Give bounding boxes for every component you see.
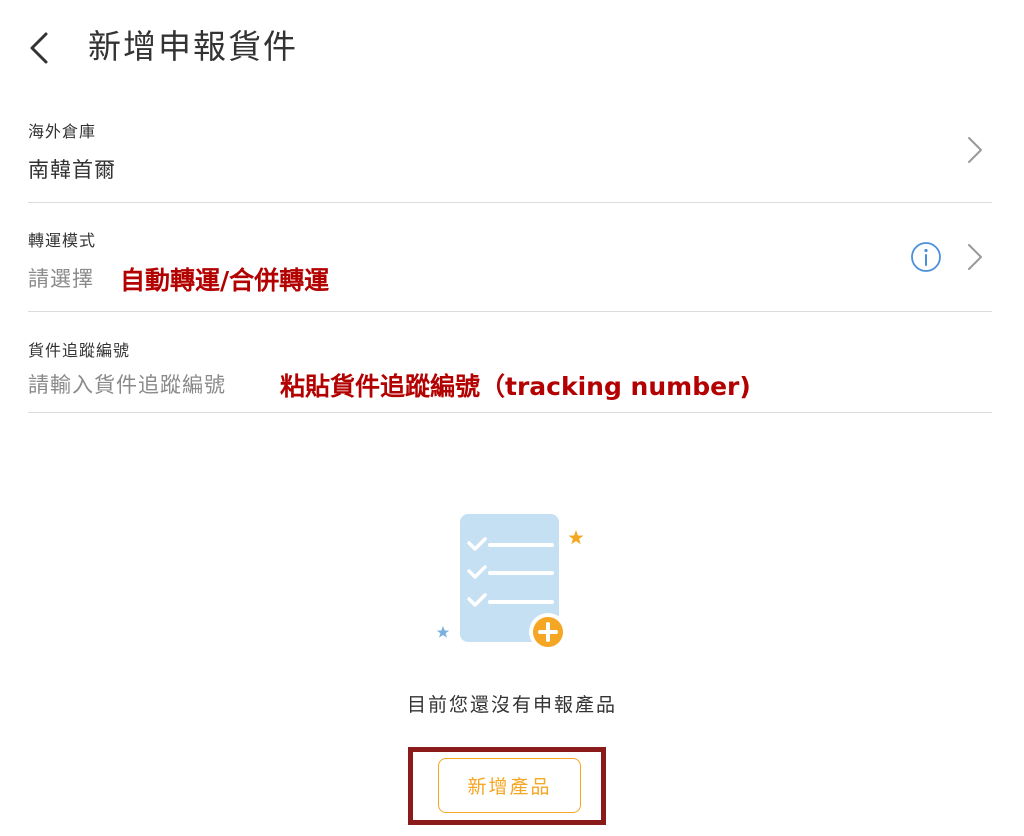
empty-state-message: 目前您還沒有申報產品 xyxy=(406,694,617,716)
back-button[interactable] xyxy=(24,26,64,70)
shipping-mode-row[interactable]: 轉運模式 請選擇 自動轉運/合併轉運 xyxy=(28,203,992,312)
shipping-mode-select[interactable]: 請選擇 xyxy=(28,263,94,293)
tracking-row: 貨件追蹤編號 請輸入貨件追蹤編號 粘貼貨件追蹤編號（tracking numbe… xyxy=(28,312,992,413)
tracking-annotation: 粘貼貨件追蹤編號（tracking number) xyxy=(280,372,751,401)
warehouse-row[interactable]: 海外倉庫 南韓首爾 xyxy=(28,104,992,203)
info-icon xyxy=(911,242,941,272)
page-header: 新增申報貨件 xyxy=(0,0,1024,96)
info-button[interactable] xyxy=(910,241,942,273)
checklist-add-icon xyxy=(436,514,584,651)
chevron-right-icon[interactable] xyxy=(966,135,984,165)
warehouse-value: 南韓首爾 xyxy=(28,158,116,182)
chevron-left-icon xyxy=(30,32,48,64)
shipping-mode-annotation: 自動轉運/合併轉運 xyxy=(120,266,330,295)
page-title: 新增申報貨件 xyxy=(88,27,298,66)
add-product-button[interactable]: 新增產品 xyxy=(438,758,581,813)
tracking-label: 貨件追蹤編號 xyxy=(28,341,131,360)
shipping-mode-label: 轉運模式 xyxy=(28,231,97,250)
empty-state-illustration xyxy=(430,510,600,664)
chevron-right-icon[interactable] xyxy=(966,242,984,272)
tracking-input[interactable]: 請輸入貨件追蹤編號 xyxy=(28,369,226,399)
warehouse-label: 海外倉庫 xyxy=(28,122,97,141)
